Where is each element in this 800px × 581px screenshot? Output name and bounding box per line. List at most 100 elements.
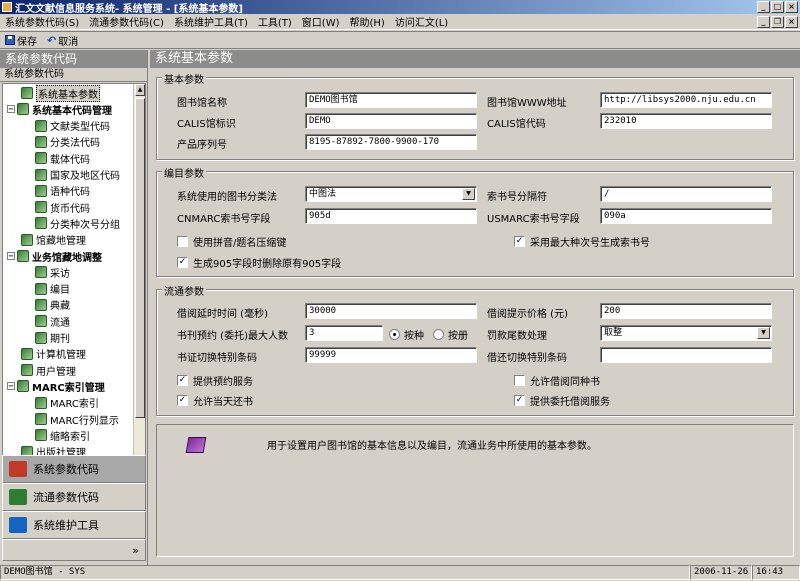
tree-item[interactable]: 分类种次号分组 [35,215,120,231]
mdi-close-button[interactable]: × [785,16,798,28]
tree-item[interactable]: − MARC索引管理 [7,378,105,394]
tree-item[interactable]: 采访 [35,264,70,280]
lib-name-label: 图书馆名称 [177,98,227,109]
tree-node-icon [17,103,29,116]
tree-item-label: 期刊 [50,334,70,345]
maximize-button[interactable]: □ [771,1,784,13]
tree-item-label: 馆藏地管理 [36,236,86,248]
scroll-up-arrow[interactable]: ▲ [135,84,145,96]
chevron-down-icon[interactable]: ▼ [462,188,475,200]
tree-item[interactable]: MARC索引 [35,395,99,411]
fine-label: 罚款尾数处理 [487,331,547,342]
reserve-check-box: ✓ [177,375,188,386]
by-kind-label: 按种 [404,331,424,342]
delete-905-checkbox[interactable]: ✓ 生成905字段时删除原有905字段 [177,255,341,270]
tree-item[interactable]: MARC行列显示 [35,411,119,427]
tree-item-label: MARC索引管理 [32,382,105,394]
tree-node-icon [35,429,47,442]
tree-item[interactable]: 国家及地区代码 [35,167,120,183]
menu-help[interactable]: 帮助(H) [345,14,390,29]
basic-params-group: 基本参数 图书馆名称 DEMO图书馆 图书馆WWW地址 http://libsy… [156,71,794,160]
tree-item[interactable]: 货币代码 [35,199,90,215]
description-text: 用于设置用户图书馆的基本信息以及编目，流通业务中所使用的基本参数。 [267,441,597,452]
menu-sysparams[interactable]: 系统参数代码(S) [0,14,84,29]
tree-node-icon [35,266,47,279]
tree-node-icon [35,413,47,425]
tree-node-icon [35,201,47,214]
calis-id-input[interactable]: DEMO [305,113,477,129]
serial-label: 产品序列号 [177,140,227,151]
tree-item[interactable]: 载体代码 [35,150,90,166]
menu-circparams[interactable]: 流通参数代码(C) [84,14,169,29]
tree-scrollbar[interactable]: ▲ ▼ [133,84,145,500]
nav-button[interactable]: 系统参数代码 [2,455,146,483]
menu-maintenance[interactable]: 系统维护工具(T) [169,14,253,29]
serial-input[interactable]: 8195-87892-7800-9900-170 [305,134,477,150]
title-bar: 汇文文献信息服务系统- 系统管理 - [系统基本参数] _ □ × [0,0,800,15]
mdi-minimize-button[interactable]: _ [757,16,770,28]
tree-item[interactable]: 流通 [35,313,70,329]
cnmarc-input[interactable]: 905d [305,208,477,224]
save-button[interactable]: 保存 [0,33,42,48]
scroll-thumb[interactable] [135,98,145,418]
chevron-down-icon[interactable]: ▼ [757,327,770,339]
tree-item[interactable]: 典藏 [35,297,70,313]
class-scheme-select[interactable]: 中图法 ▼ [305,186,477,202]
tree-item-label: 采访 [50,268,70,280]
tree-item[interactable]: 用户管理 [21,362,76,378]
price-input[interactable]: 200 [600,303,772,319]
return-switch-input[interactable] [600,347,772,363]
menu-tools[interactable]: 工具(T) [253,14,297,29]
fine-select[interactable]: 取整 ▼ [600,325,772,341]
pinyin-checkbox[interactable]: 使用拼音/题名压缩键 [177,234,286,249]
tree-node-icon [17,380,29,393]
www-input[interactable]: http://libsys2000.nju.edu.cn [600,92,772,108]
app-icon [2,2,12,12]
tree-item[interactable]: 语种代码 [35,183,90,199]
lib-name-input[interactable]: DEMO图书馆 [305,92,477,108]
tree-item[interactable]: 编目 [35,281,70,297]
max-reserve-input[interactable]: 3 [305,325,383,341]
card-switch-label: 书证切换特别条码 [177,353,257,364]
tree-item[interactable]: 分类法代码 [35,134,100,150]
allow-same-checkbox[interactable]: 允许借阅同种书 [514,373,600,388]
cancel-button[interactable]: ↶ 取消 [42,33,83,48]
tree-item[interactable]: 计算机管理 [21,346,86,362]
menu-visit[interactable]: 访问汇文(L) [390,14,453,29]
call-sep-input[interactable]: / [600,186,772,202]
close-button[interactable]: × [785,1,798,13]
mdi-restore-button[interactable]: ❐ [771,16,784,28]
nav-tree[interactable]: ▲ ▼ 系统基本参数 − 系统基本代码管理文献类型代码分类法代码载体代码国家及地区代… [2,83,146,501]
tree-item[interactable]: − 系统基本代码管理 [7,101,112,117]
nav-more-button[interactable]: » [2,539,146,561]
entrust-checkbox[interactable]: ✓ 提供委托借阅服务 [514,393,610,408]
tree-item[interactable]: 馆藏地管理 [21,232,86,248]
collapse-icon[interactable]: − [7,382,15,391]
tree-item[interactable]: 系统基本参数 [21,84,100,102]
description-panel: 用于设置用户图书馆的基本信息以及编目，流通业务中所使用的基本参数。 [156,424,794,557]
main-panel: 系统基本参数 基本参数 图书馆名称 DEMO图书馆 图书馆WWW地址 http:… [150,50,800,565]
nav-button[interactable]: 系统维护工具 [2,511,146,539]
page-title: 系统基本参数 [150,50,800,68]
nav-button[interactable]: 流通参数代码 [2,483,146,511]
card-switch-input[interactable]: 99999 [305,347,477,363]
tree-item[interactable]: 文献类型代码 [35,118,110,134]
reserve-checkbox[interactable]: ✓ 提供预约服务 [177,373,253,388]
allow-same-label: 允许借阅同种书 [530,377,600,388]
minimize-button[interactable]: _ [757,1,770,13]
same-day-checkbox[interactable]: ✓ 允许当天还书 [177,393,253,408]
tree-item[interactable]: 缩略索引 [35,427,90,443]
max-callno-checkbox[interactable]: ✓ 采用最大种次号生成索书号 [514,234,650,249]
usmarc-input[interactable]: 090a [600,208,772,224]
menu-window[interactable]: 窗口(W) [297,14,345,29]
undo-icon: ↶ [47,33,57,47]
tree-item[interactable]: − 业务馆藏地调整 [7,248,102,264]
collapse-icon[interactable]: − [7,105,15,114]
calis-code-input[interactable]: 232010 [600,113,772,129]
delay-input[interactable]: 30000 [305,303,477,319]
window-title: 汇文文献信息服务系统- 系统管理 - [系统基本参数] [15,3,243,15]
tree-item[interactable]: 期刊 [35,330,70,346]
collapse-icon[interactable]: − [7,252,15,260]
by-book-radio[interactable]: 按册 [433,327,468,342]
by-kind-radio[interactable]: 按种 [389,327,424,342]
